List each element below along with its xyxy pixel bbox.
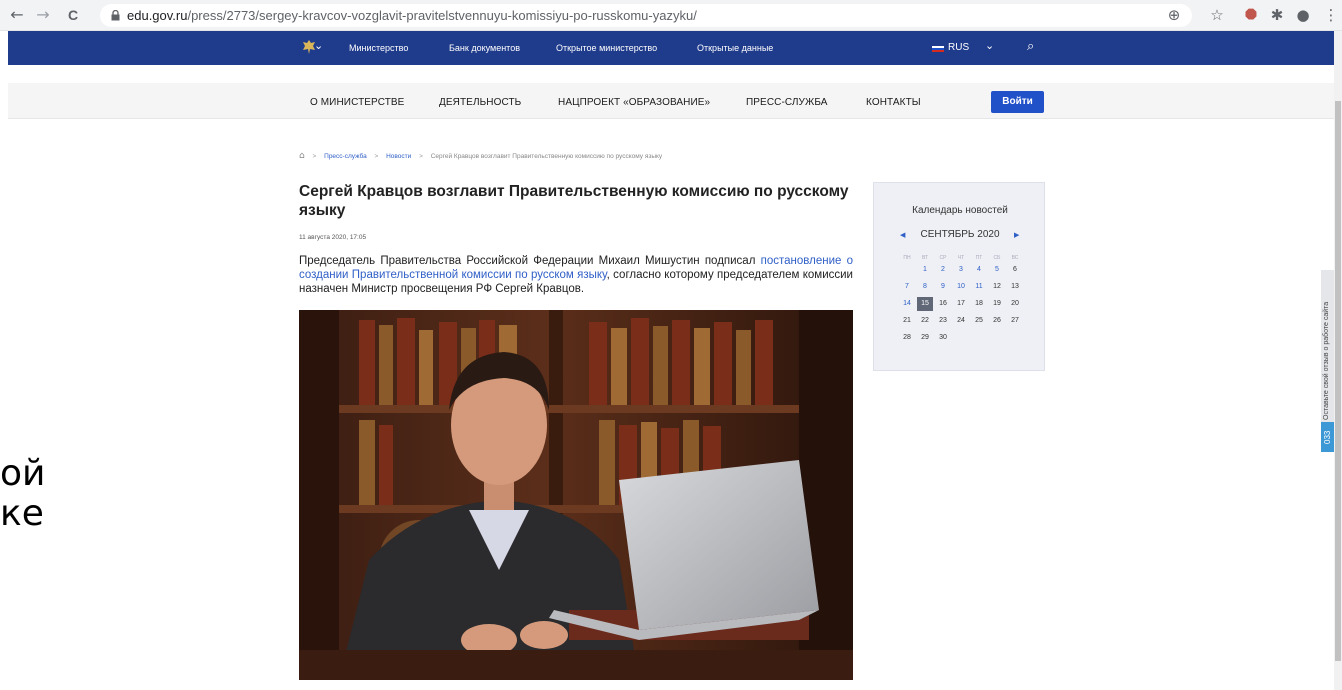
calendar-day[interactable]: 4 <box>971 263 987 277</box>
calendar-title: Календарь новостей <box>912 205 1008 216</box>
overlay-line-2: ке <box>0 493 44 534</box>
breadcrumb-separator: > <box>374 153 379 160</box>
zoom-icon[interactable]: ⊕ <box>1165 6 1183 24</box>
scrollbar[interactable] <box>1334 31 1342 690</box>
calendar-day[interactable]: 26 <box>989 314 1005 328</box>
url-text: edu.gov.ru/press/2773/sergey-kravcov-voz… <box>127 8 697 23</box>
calendar-day[interactable]: 13 <box>1007 280 1023 294</box>
extension-icon[interactable]: ⯃ <box>1242 6 1260 24</box>
search-icon[interactable]: ⌕ <box>1027 39 1034 54</box>
calendar-day[interactable]: 15 <box>917 297 933 311</box>
article-title: Сергей Кравцов возглавит Правительственн… <box>299 183 849 219</box>
nav-item-natproject[interactable]: НАЦПРОЕКТ «ОБРАЗОВАНИЕ» <box>558 97 710 108</box>
calendar-day[interactable]: 20 <box>1007 297 1023 311</box>
calendar-day[interactable]: 17 <box>953 297 969 311</box>
calendar-day[interactable]: 14 <box>899 297 915 311</box>
calendar-day[interactable]: 22 <box>917 314 933 328</box>
feedback-text: Оставьте свой отзыв о работе сайта <box>1323 301 1330 420</box>
language-chevron-icon[interactable]: ⌄ <box>985 39 994 52</box>
breadcrumb-separator: > <box>312 153 317 160</box>
profile-icon[interactable]: ● <box>1294 6 1312 24</box>
nav-item-about[interactable]: О МИНИСТЕРСТВЕ <box>310 97 404 108</box>
top-link-documents[interactable]: Банк документов <box>449 43 520 53</box>
calendar-day[interactable]: 27 <box>1007 314 1023 328</box>
feedback-tab[interactable]: Оставьте свой отзыв о работе сайта 033 <box>1321 270 1335 452</box>
nav-item-contacts[interactable]: КОНТАКТЫ <box>866 97 921 108</box>
calendar-day[interactable]: 1 <box>917 263 933 277</box>
bookmark-star-icon[interactable]: ☆ <box>1208 6 1226 24</box>
calendar-day[interactable]: 24 <box>953 314 969 328</box>
calendar-day[interactable]: 18 <box>971 297 987 311</box>
puzzle-icon[interactable]: ✱ <box>1268 6 1286 24</box>
calendar-day[interactable]: 6 <box>1007 263 1023 277</box>
address-bar[interactable]: edu.gov.ru/press/2773/sergey-kravcov-voz… <box>100 4 1192 27</box>
top-link-ministry[interactable]: Министерство <box>349 43 408 53</box>
nav-item-press[interactable]: ПРЕСС-СЛУЖБА <box>746 97 828 108</box>
calendar-day[interactable]: 19 <box>989 297 1005 311</box>
home-icon[interactable]: ⌂ <box>299 151 305 161</box>
breadcrumb-news[interactable]: Новости <box>386 153 411 160</box>
language-selector[interactable]: RUS <box>948 42 969 53</box>
calendar-day[interactable]: 12 <box>989 280 1005 294</box>
calendar-day[interactable]: 21 <box>899 314 915 328</box>
feedback-count-badge: 033 <box>1321 422 1335 452</box>
calendar-day[interactable]: 10 <box>953 280 969 294</box>
russia-flag-icon <box>932 46 944 52</box>
menu-icon[interactable]: ⋮ <box>1322 6 1340 24</box>
calendar-day[interactable]: 9 <box>935 280 951 294</box>
calendar-day[interactable]: 23 <box>935 314 951 328</box>
calendar-month: СЕНТЯБРЬ 2020 <box>920 229 1000 240</box>
calendar-day[interactable]: 11 <box>971 280 987 294</box>
breadcrumb: ⌂ > Пресс-служба > Новости > Сергей Крав… <box>299 151 662 161</box>
back-button[interactable]: ← <box>7 5 27 25</box>
calendar-day[interactable]: 16 <box>935 297 951 311</box>
emblem-chevron-icon[interactable]: ⌄ <box>314 39 323 52</box>
overlay-line-1: ой <box>0 453 46 494</box>
article-date: 11 августа 2020, 17:05 <box>299 234 367 241</box>
top-bar: ⌄ Министерство Банк документов Открытое … <box>8 31 1334 65</box>
scrollbar-thumb[interactable] <box>1335 101 1341 661</box>
news-calendar: Календарь новостей ◀ СЕНТЯБРЬ 2020 ▶ ПН В… <box>873 182 1045 371</box>
forward-button[interactable]: → <box>33 5 53 25</box>
top-link-open-data[interactable]: Открытые данные <box>697 43 773 53</box>
article-photo <box>299 310 853 680</box>
browser-toolbar: ← → C edu.gov.ru/press/2773/sergey-kravc… <box>0 0 1342 31</box>
top-link-open-ministry[interactable]: Открытое министерство <box>556 43 657 53</box>
calendar-day[interactable]: 25 <box>971 314 987 328</box>
article-body: Председатель Правительства Российской Фе… <box>299 255 853 295</box>
calendar-day[interactable]: 8 <box>917 280 933 294</box>
calendar-day[interactable]: 28 <box>899 331 915 345</box>
calendar-day[interactable]: 5 <box>989 263 1005 277</box>
breadcrumb-press[interactable]: Пресс-служба <box>324 153 367 160</box>
calendar-day[interactable]: 2 <box>935 263 951 277</box>
reload-button[interactable]: C <box>63 5 83 25</box>
calendar-weekday: ПН <box>903 255 911 261</box>
calendar-day[interactable]: 29 <box>917 331 933 345</box>
breadcrumb-current: Сергей Кравцов возглавит Правительственн… <box>430 153 663 160</box>
breadcrumb-separator: > <box>419 153 423 160</box>
calendar-prev-icon[interactable]: ◀ <box>900 231 905 239</box>
calendar-day[interactable]: 3 <box>953 263 969 277</box>
login-button[interactable]: Войти <box>991 91 1044 113</box>
overlay-text: ой ке <box>0 454 45 534</box>
lock-icon <box>111 10 120 21</box>
calendar-day[interactable]: 30 <box>935 331 951 345</box>
nav-item-activity[interactable]: ДЕЯТЕЛЬНОСТЬ <box>439 97 521 108</box>
calendar-day[interactable]: 7 <box>899 280 915 294</box>
main-nav: О МИНИСТЕРСТВЕ ДЕЯТЕЛЬНОСТЬ НАЦПРОЕКТ «О… <box>8 83 1334 119</box>
calendar-next-icon[interactable]: ▶ <box>1014 231 1019 239</box>
